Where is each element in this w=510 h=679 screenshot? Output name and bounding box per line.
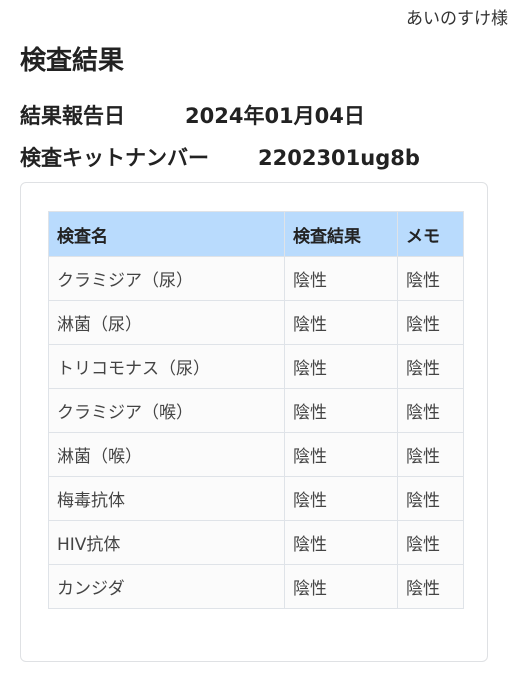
result-cell: 陰性 (284, 300, 398, 345)
column-header-result: 検査結果 (284, 211, 398, 257)
column-header-memo: メモ (397, 211, 464, 257)
report-date-value: 2024年01月04日 (185, 104, 365, 128)
table-row: カンジダ 陰性 陰性 (48, 564, 464, 609)
kit-number-row: 検査キットナンバー 2202301ug8b (20, 142, 420, 172)
table-row: クラミジア（尿） 陰性 陰性 (48, 256, 464, 301)
user-name: あいのすけ様 (406, 9, 508, 29)
memo-cell: 陰性 (397, 520, 464, 565)
result-cell: 陰性 (284, 344, 398, 389)
test-name-cell: 梅毒抗体 (48, 476, 285, 521)
result-cell: 陰性 (284, 432, 398, 477)
results-card: 検査名 検査結果 メモ クラミジア（尿） 陰性 陰性 淋菌（尿） 陰性 陰性 ト… (20, 182, 488, 662)
memo-cell: 陰性 (397, 344, 464, 389)
page-title: 検査結果 (20, 46, 125, 76)
memo-cell: 陰性 (397, 564, 464, 609)
kit-number-value: 2202301ug8b (258, 146, 420, 170)
kit-number-label: 検査キットナンバー (20, 146, 209, 170)
result-cell: 陰性 (284, 520, 398, 565)
table-row: トリコモナス（尿） 陰性 陰性 (48, 344, 464, 389)
test-name-cell: 淋菌（尿） (48, 300, 285, 345)
table-row: 淋菌（尿） 陰性 陰性 (48, 300, 464, 345)
result-cell: 陰性 (284, 564, 398, 609)
test-name-cell: 淋菌（喉） (48, 432, 285, 477)
test-name-cell: カンジダ (48, 564, 285, 609)
test-name-cell: クラミジア（喉） (48, 388, 285, 433)
result-cell: 陰性 (284, 476, 398, 521)
table-row: 淋菌（喉） 陰性 陰性 (48, 432, 464, 477)
memo-cell: 陰性 (397, 476, 464, 521)
results-table: 検査名 検査結果 メモ クラミジア（尿） 陰性 陰性 淋菌（尿） 陰性 陰性 ト… (48, 211, 464, 609)
memo-cell: 陰性 (397, 388, 464, 433)
report-date-label: 結果報告日 (20, 104, 125, 128)
table-row: HIV抗体 陰性 陰性 (48, 520, 464, 565)
memo-cell: 陰性 (397, 432, 464, 477)
report-date-row: 結果報告日 2024年01月04日 (20, 100, 365, 130)
test-name-cell: HIV抗体 (48, 520, 285, 565)
result-cell: 陰性 (284, 256, 398, 301)
result-cell: 陰性 (284, 388, 398, 433)
column-header-test-name: 検査名 (48, 211, 285, 257)
memo-cell: 陰性 (397, 256, 464, 301)
table-header-row: 検査名 検査結果 メモ (48, 211, 464, 257)
table-row: 梅毒抗体 陰性 陰性 (48, 476, 464, 521)
table-row: クラミジア（喉） 陰性 陰性 (48, 388, 464, 433)
test-name-cell: クラミジア（尿） (48, 256, 285, 301)
memo-cell: 陰性 (397, 300, 464, 345)
test-name-cell: トリコモナス（尿） (48, 344, 285, 389)
